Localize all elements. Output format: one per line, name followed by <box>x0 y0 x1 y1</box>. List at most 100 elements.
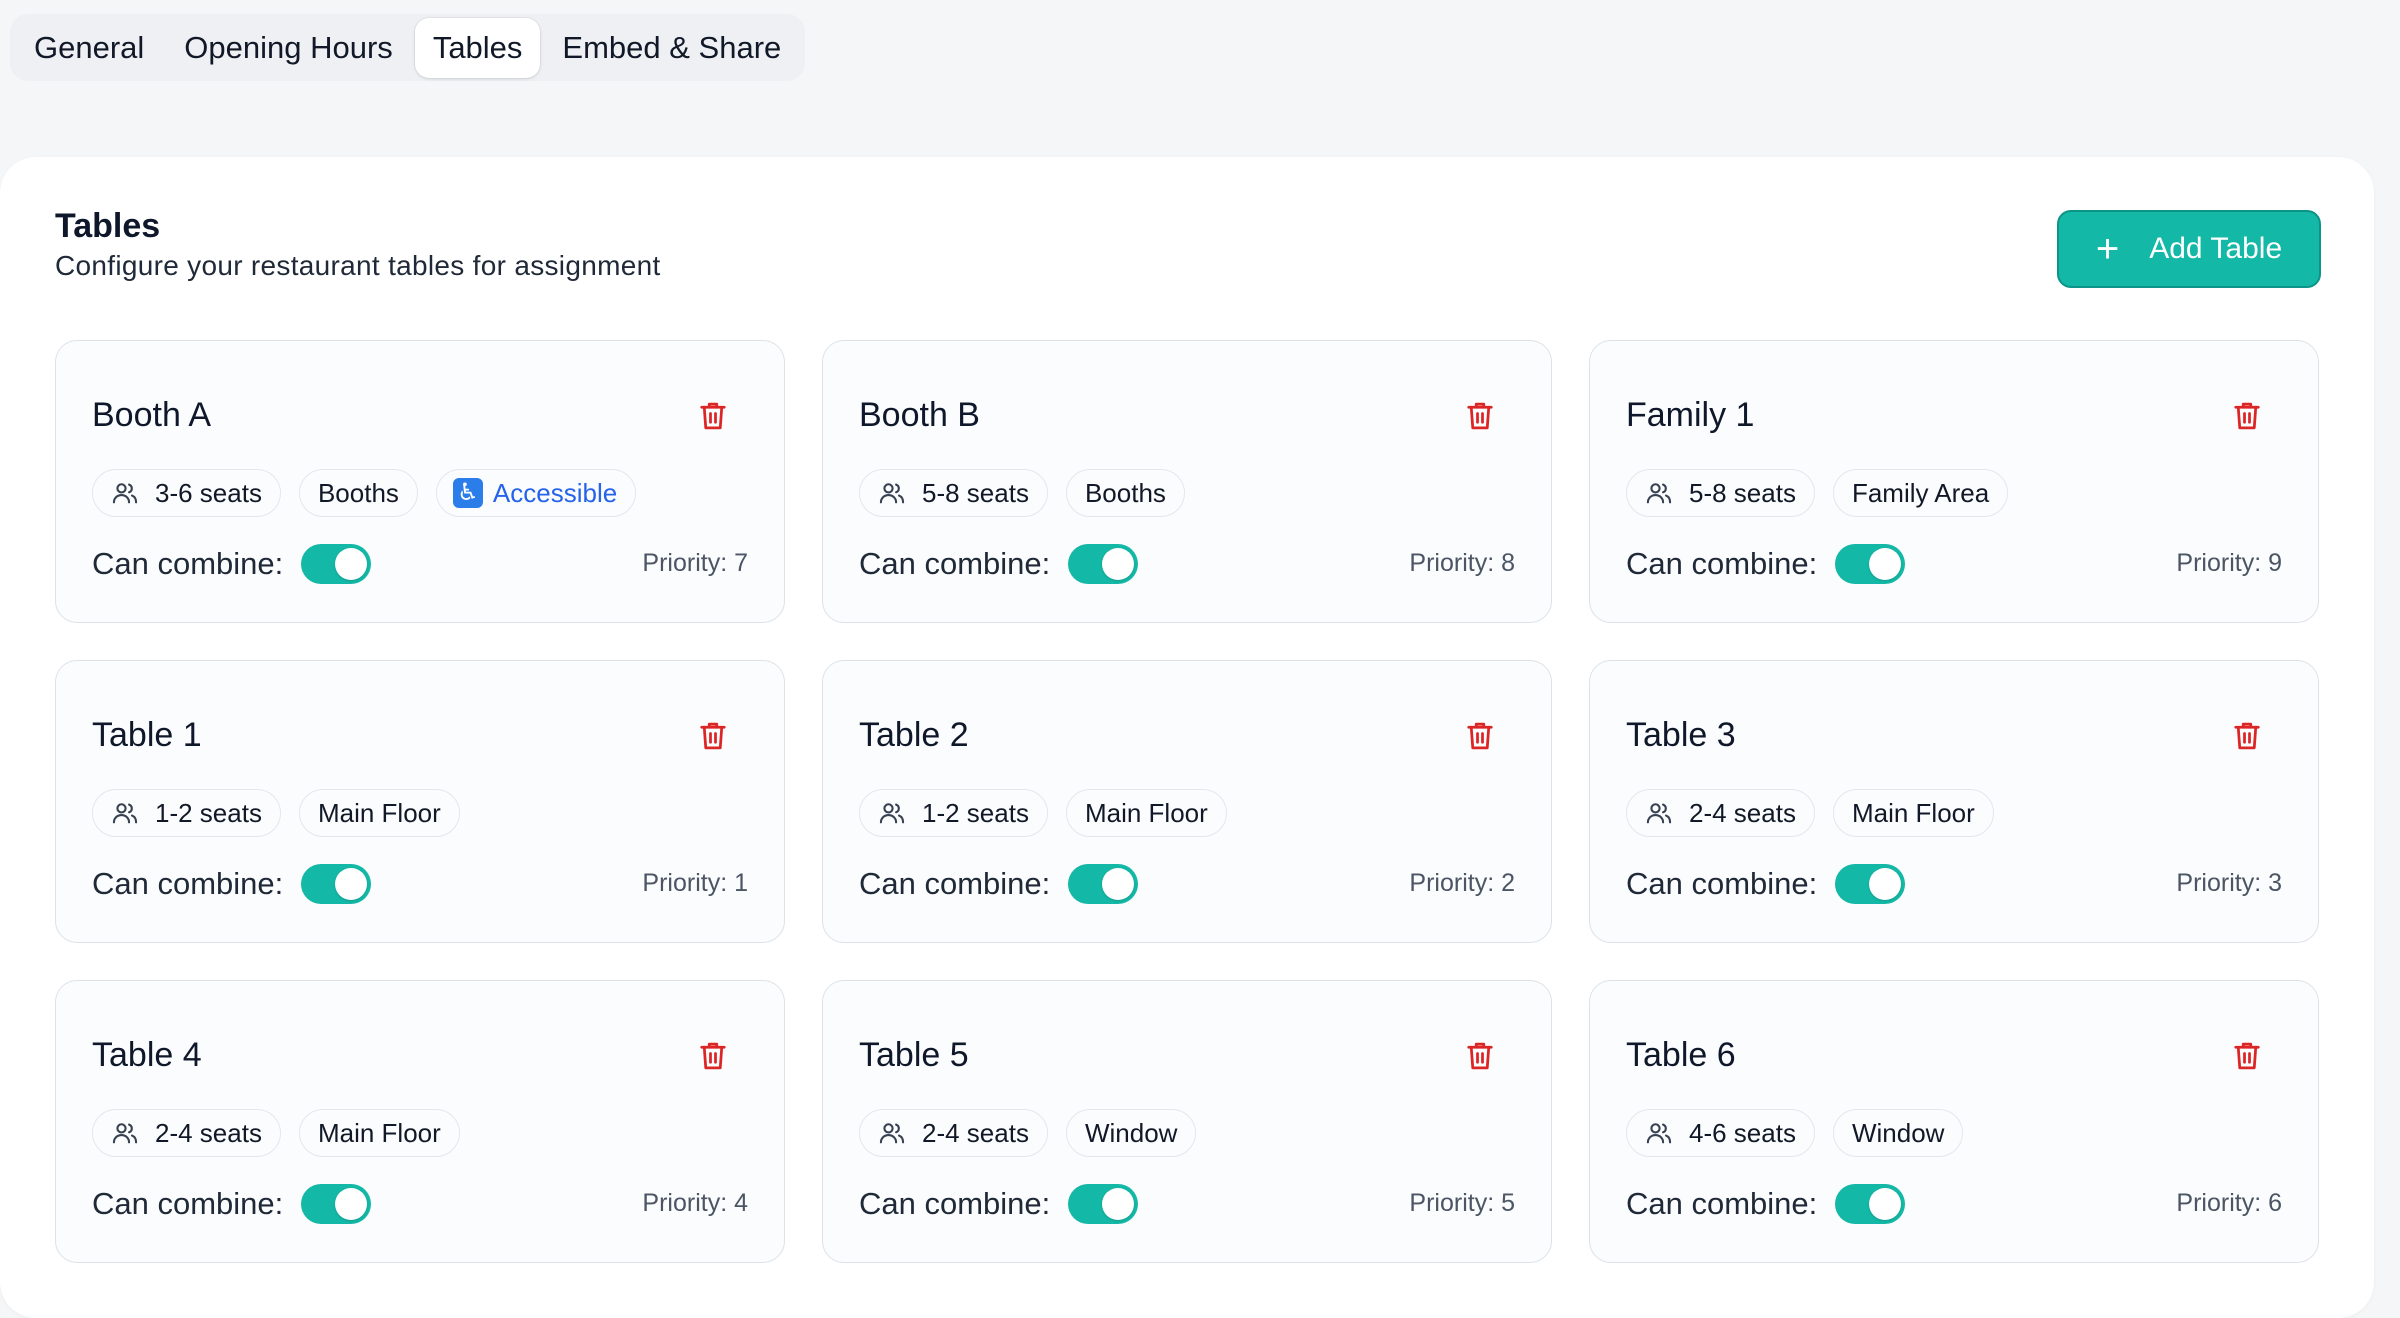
combine-toggle[interactable] <box>1068 1184 1139 1224</box>
combine-row: Can combine: <box>859 864 1139 904</box>
toggle-knob <box>1869 548 1902 580</box>
panel-title: Tables <box>55 207 161 245</box>
users-icon <box>112 1123 138 1144</box>
combine-label: Can combine: <box>92 866 284 901</box>
seats-chip: 3-6 seats <box>92 469 281 517</box>
trash-icon <box>2234 722 2260 750</box>
combine-row: Can combine: <box>92 864 372 904</box>
table-chips: 2-4 seats Main Floor <box>1626 789 2012 837</box>
seats-chip: 1-2 seats <box>92 789 281 837</box>
combine-toggle[interactable] <box>301 864 372 904</box>
seats-chip: 1-2 seats <box>859 789 1048 837</box>
area-chip: Main Floor <box>298 1109 460 1157</box>
seats-chip: 5-8 seats <box>1626 469 1815 517</box>
table-name: Booth A <box>92 396 212 434</box>
seats-label: 2-4 seats <box>155 1117 262 1148</box>
delete-table-button[interactable] <box>1462 716 1498 756</box>
delete-table-button[interactable] <box>1462 396 1498 436</box>
seats-chip: 4-6 seats <box>1626 1109 1815 1157</box>
seats-chip: 5-8 seats <box>859 469 1048 517</box>
priority-label: Priority: 8 <box>1409 549 1515 577</box>
table-chips: 3-6 seats Booths ♿ Accessible <box>92 469 654 517</box>
trash-icon <box>1467 722 1493 750</box>
tab-general[interactable]: General <box>16 18 162 78</box>
table-card: Table 3 2-4 seats Main Floor Can combine… <box>1589 660 2319 943</box>
add-table-button[interactable]: + Add Table <box>2057 210 2321 288</box>
table-card: Table 4 2-4 seats Main Floor Can combine… <box>55 980 785 1263</box>
combine-label: Can combine: <box>1626 1186 1818 1221</box>
seats-label: 3-6 seats <box>155 477 262 508</box>
area-label: Family Area <box>1851 477 1990 508</box>
combine-row: Can combine: <box>1626 864 1906 904</box>
combine-label: Can combine: <box>92 546 284 581</box>
delete-table-button[interactable] <box>695 716 731 756</box>
combine-label: Can combine: <box>92 1186 284 1221</box>
table-chips: 2-4 seats Main Floor <box>92 1109 478 1157</box>
delete-table-button[interactable] <box>695 1036 731 1076</box>
toggle-knob <box>335 1188 368 1220</box>
table-name: Table 1 <box>92 716 202 754</box>
table-card: Booth A 3-6 seats Booths ♿ Accessible Ca… <box>55 340 785 623</box>
tab-embed-share[interactable]: Embed & Share <box>544 18 799 78</box>
combine-toggle[interactable] <box>1835 544 1906 584</box>
combine-toggle[interactable] <box>1068 864 1139 904</box>
trash-icon <box>700 1042 726 1070</box>
table-chips: 1-2 seats Main Floor <box>92 789 478 837</box>
delete-table-button[interactable] <box>2229 716 2265 756</box>
seats-chip: 2-4 seats <box>859 1109 1048 1157</box>
combine-toggle[interactable] <box>301 1184 372 1224</box>
users-icon <box>1646 803 1672 824</box>
table-name: Table 6 <box>1626 1036 1736 1074</box>
seats-chip: 2-4 seats <box>1626 789 1815 837</box>
area-label: Main Floor <box>1084 797 1208 828</box>
delete-table-button[interactable] <box>2229 1036 2265 1076</box>
area-chip: Window <box>1832 1109 1964 1157</box>
settings-tabs: General Opening Hours Tables Embed & Sha… <box>10 14 805 81</box>
table-chips: 5-8 seats Booths <box>859 469 1203 517</box>
area-chip: Main Floor <box>1832 789 1994 837</box>
tab-opening-hours[interactable]: Opening Hours <box>166 18 411 78</box>
table-card: Table 1 1-2 seats Main Floor Can combine… <box>55 660 785 943</box>
area-chip: Main Floor <box>1065 789 1227 837</box>
toggle-knob <box>335 868 368 900</box>
table-grid: Booth A 3-6 seats Booths ♿ Accessible Ca… <box>55 340 2319 1263</box>
table-name: Table 4 <box>92 1036 202 1074</box>
table-card: Booth B 5-8 seats Booths Can combine: Pr… <box>822 340 1552 623</box>
table-name: Family 1 <box>1626 396 1755 434</box>
delete-table-button[interactable] <box>2229 396 2265 436</box>
priority-label: Priority: 9 <box>2176 549 2282 577</box>
combine-row: Can combine: <box>92 544 372 584</box>
combine-toggle[interactable] <box>1068 544 1139 584</box>
trash-icon <box>2234 402 2260 430</box>
table-chips: 1-2 seats Main Floor <box>859 789 1245 837</box>
users-icon <box>879 1123 905 1144</box>
trash-icon <box>700 402 726 430</box>
table-name: Booth B <box>859 396 980 434</box>
toggle-knob <box>1102 1188 1135 1220</box>
area-chip: Family Area <box>1832 469 2009 517</box>
seats-label: 1-2 seats <box>922 797 1029 828</box>
area-label: Window <box>1851 1117 1945 1148</box>
combine-row: Can combine: <box>859 1184 1139 1224</box>
seats-chip: 2-4 seats <box>92 1109 281 1157</box>
delete-table-button[interactable] <box>1462 1036 1498 1076</box>
plus-icon: + <box>2095 227 2120 271</box>
area-chip: Booths <box>1065 469 1185 517</box>
seats-label: 5-8 seats <box>922 477 1029 508</box>
combine-row: Can combine: <box>92 1184 372 1224</box>
seats-label: 2-4 seats <box>922 1117 1029 1148</box>
combine-toggle[interactable] <box>301 544 372 584</box>
trash-icon <box>700 722 726 750</box>
toggle-knob <box>1102 548 1135 580</box>
tab-tables[interactable]: Tables <box>414 17 541 78</box>
seats-label: 5-8 seats <box>1689 477 1796 508</box>
combine-toggle[interactable] <box>1835 1184 1906 1224</box>
priority-label: Priority: 4 <box>642 1189 748 1217</box>
table-name: Table 3 <box>1626 716 1736 754</box>
combine-row: Can combine: <box>1626 544 1906 584</box>
area-label: Main Floor <box>317 797 441 828</box>
combine-label: Can combine: <box>859 546 1051 581</box>
delete-table-button[interactable] <box>695 396 731 436</box>
combine-toggle[interactable] <box>1835 864 1906 904</box>
area-label: Main Floor <box>317 1117 441 1148</box>
